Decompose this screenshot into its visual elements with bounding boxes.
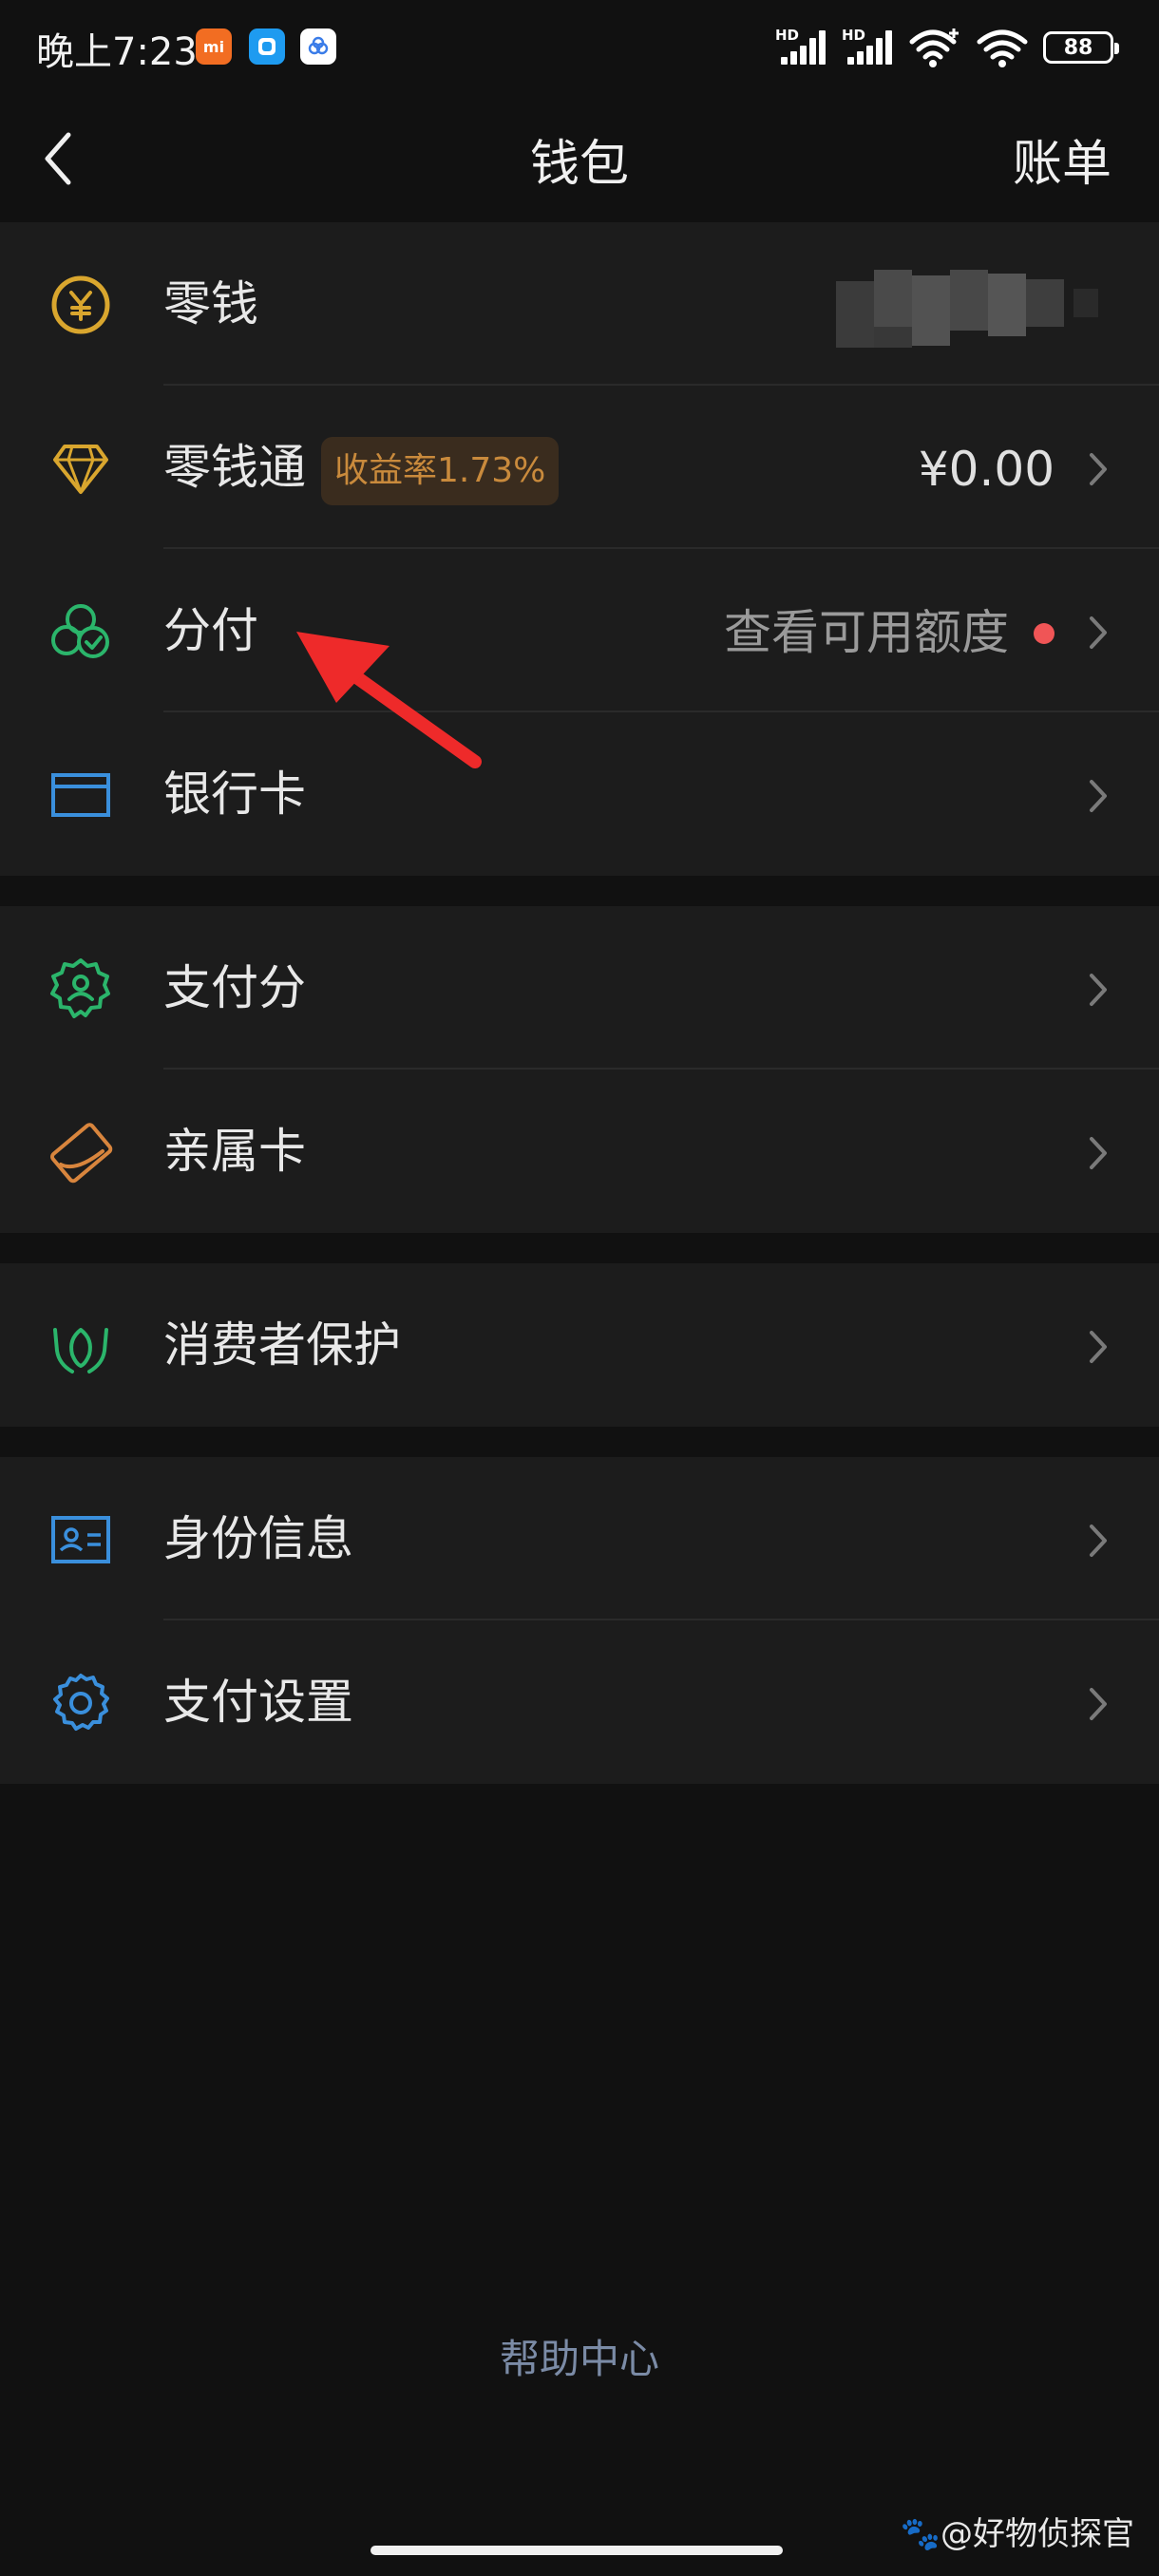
- status-time: 晚上7:23: [36, 30, 198, 74]
- signal-icon: HD: [775, 27, 826, 66]
- yield-badge: 收益率1.73%: [321, 437, 560, 505]
- watermark: 🐾@好物侦探官: [901, 2508, 1134, 2554]
- signal-icon-2: HD: [842, 27, 893, 66]
- red-dot-badge: [1034, 623, 1054, 644]
- protect-hands-icon: [53, 1328, 108, 1373]
- blurred-balance: [836, 270, 1102, 348]
- row-label: 亲属卡: [163, 1124, 306, 1179]
- nav-bar: 钱包 账单: [0, 95, 1159, 222]
- wallet-group-4: 身份信息 支付设置: [0, 1457, 1159, 1784]
- chevron-right-icon: [1090, 1688, 1107, 1720]
- row-label: 支付分: [163, 960, 306, 1015]
- wifi-hotspot-icon: [909, 28, 959, 67]
- chevron-right-icon: [1090, 616, 1107, 649]
- battery-icon: 88: [1043, 31, 1119, 64]
- row-payment-settings[interactable]: 支付设置: [0, 1620, 1159, 1784]
- chevron-right-icon: [1090, 1137, 1107, 1169]
- paw-icon: 🐾: [900, 2515, 940, 2553]
- row-change-plus[interactable]: 零钱通 收益率1.73% ¥0.00: [0, 386, 1159, 549]
- id-card-icon: [51, 1516, 110, 1563]
- family-card-icon: [50, 1123, 113, 1184]
- row-label: 分付: [163, 603, 258, 658]
- yuan-coin-icon: [51, 275, 110, 334]
- chat-app-icon: [249, 28, 285, 65]
- row-label: 支付设置: [163, 1675, 353, 1730]
- row-label: 零钱通: [163, 440, 306, 495]
- balance-value: ¥0.00: [918, 442, 1054, 497]
- wallet-group-2: 支付分 亲属卡: [0, 906, 1159, 1233]
- row-label: 银行卡: [163, 767, 306, 822]
- credit-limit-link: 查看可用额度: [724, 605, 1009, 660]
- chevron-right-icon: [1090, 780, 1107, 812]
- clover-check-icon: [51, 604, 109, 658]
- row-family-card[interactable]: 亲属卡: [0, 1070, 1159, 1233]
- wifi-icon: [977, 29, 1028, 67]
- watermark-text: @好物侦探官: [940, 2515, 1134, 2553]
- battery-level: 88: [1063, 35, 1093, 60]
- row-label: 消费者保护: [163, 1317, 401, 1373]
- gear-icon: [53, 1674, 109, 1731]
- status-bar: 晚上7:23 mi HD HD 88: [0, 0, 1159, 95]
- bill-button[interactable]: 账单: [1013, 123, 1112, 195]
- mi-app-icon: mi: [196, 28, 232, 65]
- row-consumer-protection[interactable]: 消费者保护: [0, 1263, 1159, 1427]
- row-label: 零钱: [163, 276, 258, 331]
- wallet-group-1: 零钱 零钱通 收益率1.73% ¥0.00 分付 查看可用额度 银行卡: [0, 222, 1159, 876]
- row-label: 身份信息: [163, 1511, 353, 1566]
- badge-person-icon: [50, 958, 110, 1018]
- cloud-app-icon: [300, 28, 336, 65]
- row-pay-score[interactable]: 支付分: [0, 906, 1159, 1070]
- hd-label-2: HD: [842, 27, 866, 44]
- help-center-link[interactable]: 帮助中心: [0, 2327, 1159, 2385]
- hd-label: HD: [775, 27, 800, 44]
- chevron-right-icon: [1090, 1331, 1107, 1363]
- diamond-icon: [53, 445, 108, 494]
- status-right: HD HD 88: [775, 25, 1119, 70]
- row-fenfu[interactable]: 分付 查看可用额度: [0, 549, 1159, 712]
- wallet-group-3: 消费者保护: [0, 1263, 1159, 1427]
- row-bank-card[interactable]: 银行卡: [0, 712, 1159, 876]
- chevron-right-icon: [1090, 453, 1107, 485]
- home-indicator[interactable]: [370, 2546, 783, 2555]
- page-title: 钱包: [529, 136, 629, 193]
- row-identity-info[interactable]: 身份信息: [0, 1457, 1159, 1620]
- chevron-right-icon: [1090, 974, 1107, 1006]
- chevron-right-icon: [1090, 1525, 1107, 1557]
- bank-card-icon: [51, 773, 110, 817]
- row-change[interactable]: 零钱: [0, 222, 1159, 386]
